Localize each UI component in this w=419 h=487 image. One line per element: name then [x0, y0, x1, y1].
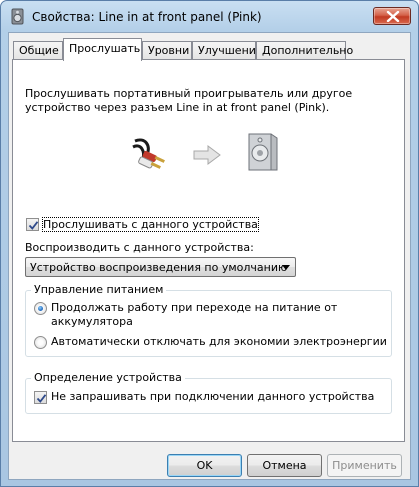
window-title: Свойства: Line in at front panel (Pink)	[32, 10, 262, 24]
ok-button[interactable]: OK	[167, 454, 242, 477]
continue-on-battery-radio[interactable]	[34, 302, 47, 315]
audio-cable-icon	[131, 135, 171, 178]
chevron-down-icon	[282, 265, 290, 270]
auto-disable-radio[interactable]	[34, 336, 47, 349]
speaker-device-icon	[245, 132, 279, 175]
tab-label: Уровни	[148, 44, 190, 57]
power-management-title: Управление питанием	[31, 283, 167, 296]
listen-description: Прослушивать портативный проигрыватель и…	[25, 87, 353, 114]
device-detection-title: Определение устройства	[31, 371, 185, 384]
tab-label: Прослушать	[69, 42, 141, 55]
tab-advanced[interactable]: Дополнительно	[256, 41, 353, 60]
playback-device-select[interactable]: Устройство воспроизведения по умолчанию	[25, 257, 296, 277]
checkmark-icon	[28, 221, 39, 230]
continue-on-battery-label-line1[interactable]: Продолжать работу при переходе на питани…	[51, 301, 337, 314]
title-bar[interactable]: Свойства: Line in at front panel (Pink)	[1, 1, 418, 31]
tab-label: Улучшения	[198, 44, 263, 57]
playback-device-value: Устройство воспроизведения по умолчанию	[30, 261, 288, 274]
properties-window: Свойства: Line in at front panel (Pink) …	[0, 0, 419, 487]
checkmark-icon	[36, 394, 47, 403]
close-icon	[386, 11, 400, 22]
dialog-body: Общие Прослушать Уровни Улучшения Дополн…	[8, 32, 411, 480]
listen-checkbox-label[interactable]: Прослушивать с данного устройства	[42, 217, 259, 232]
listen-tab-panel: Прослушивать портативный проигрыватель и…	[12, 59, 405, 442]
playback-device-label: Воспроизводить с данного устройства:	[25, 241, 254, 254]
no-ask-checkbox[interactable]	[34, 391, 47, 404]
radio-selected-dot	[38, 306, 43, 311]
close-button[interactable]	[373, 7, 411, 25]
apply-button[interactable]: Применить	[327, 454, 402, 477]
tab-label: Общие	[19, 44, 59, 57]
tab-listen[interactable]: Прослушать	[63, 38, 142, 61]
arrow-right-icon	[193, 145, 221, 168]
listen-checkbox[interactable]	[26, 218, 39, 231]
tab-levels[interactable]: Уровни	[142, 41, 192, 60]
tab-label: Дополнительно	[262, 44, 354, 57]
speaker-icon	[9, 8, 26, 25]
tab-enhancements[interactable]: Улучшения	[192, 41, 263, 60]
auto-disable-label[interactable]: Автоматически отключать для экономии эле…	[51, 335, 387, 348]
no-ask-checkbox-label[interactable]: Не запрашивать при подключении данного у…	[51, 390, 374, 403]
cancel-button[interactable]: Отмена	[247, 454, 322, 477]
continue-on-battery-label-line2[interactable]: аккумулятора	[51, 315, 133, 328]
tab-general[interactable]: Общие	[13, 41, 63, 60]
